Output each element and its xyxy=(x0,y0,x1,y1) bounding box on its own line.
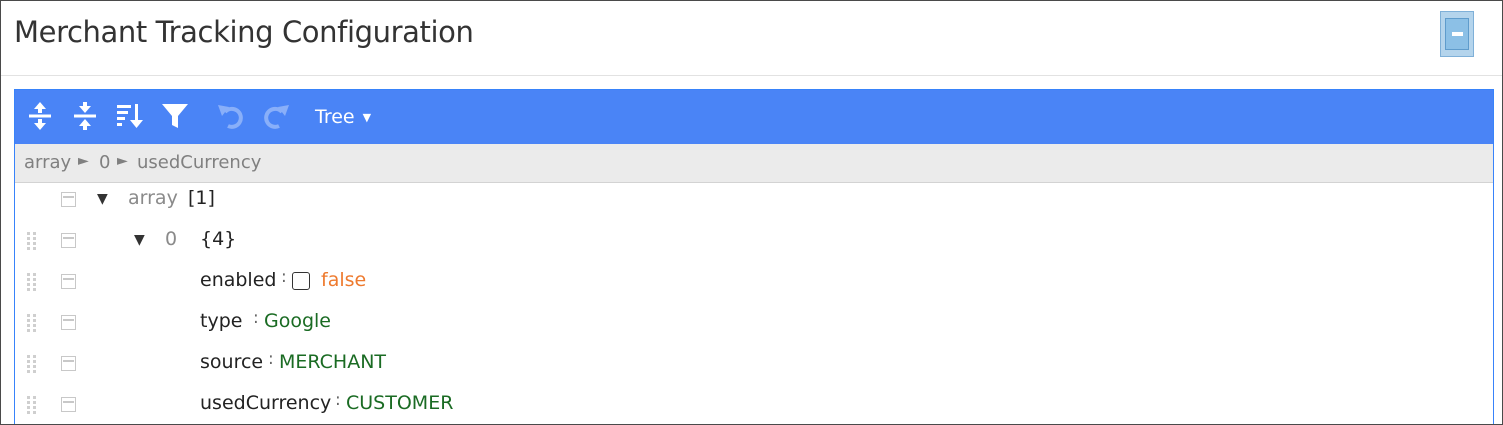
field-name[interactable]: type xyxy=(200,310,242,332)
json-editor: Tree ▼ array ► 0 ► usedCurrency ▼ array … xyxy=(14,89,1494,424)
drag-handle-icon[interactable] xyxy=(27,273,37,291)
breadcrumb-item-0[interactable]: 0 xyxy=(99,152,110,173)
drag-handle-icon[interactable] xyxy=(27,396,37,414)
filter-icon xyxy=(162,104,188,128)
sort-icon xyxy=(117,104,143,128)
field-separator: : xyxy=(268,349,274,369)
breadcrumb-item-array[interactable]: array xyxy=(24,152,71,173)
field-separator: : xyxy=(281,267,287,287)
breadcrumb-separator-icon: ► xyxy=(117,153,128,169)
redo-button[interactable] xyxy=(258,98,294,134)
sort-button[interactable] xyxy=(112,98,148,134)
editor-toolbar: Tree ▼ xyxy=(15,90,1493,144)
context-menu-button[interactable] xyxy=(61,192,76,207)
context-menu-button[interactable] xyxy=(61,356,76,371)
context-menu-button[interactable] xyxy=(61,315,76,330)
breadcrumb-separator-icon: ► xyxy=(78,153,89,169)
string-value[interactable]: MERCHANT xyxy=(279,351,386,373)
field-name: array xyxy=(128,187,178,209)
string-value[interactable]: CUSTOMER xyxy=(346,392,453,414)
page-title: Merchant Tracking Configuration xyxy=(14,15,474,49)
field-separator: : xyxy=(335,390,341,410)
tree-row-root: ▼ array [1] xyxy=(15,179,1493,220)
drag-handle-icon[interactable] xyxy=(27,355,37,373)
panel: Merchant Tracking Configuration Tree ▼ a… xyxy=(0,0,1503,425)
undo-button[interactable] xyxy=(213,98,249,134)
drag-handle-icon[interactable] xyxy=(27,232,37,250)
expand-toggle-icon[interactable]: ▼ xyxy=(97,191,108,207)
drag-handle-icon[interactable] xyxy=(27,314,37,332)
filter-button[interactable] xyxy=(157,98,193,134)
panel-header: Merchant Tracking Configuration xyxy=(1,1,1502,76)
expand-all-icon xyxy=(29,102,51,130)
tree-row-usedcurrency: usedCurrency : CUSTOMER xyxy=(15,384,1493,424)
breadcrumb-item-usedcurrency[interactable]: usedCurrency xyxy=(137,152,261,173)
field-name[interactable]: usedCurrency xyxy=(200,392,331,414)
mode-dropdown[interactable]: Tree ▼ xyxy=(315,102,371,132)
field-index: 0 xyxy=(165,228,178,250)
field-name[interactable]: source xyxy=(200,351,263,373)
item-count: {4} xyxy=(200,228,237,250)
redo-icon xyxy=(264,105,289,129)
expand-toggle-icon[interactable]: ▼ xyxy=(134,232,145,248)
boolean-checkbox[interactable] xyxy=(292,272,310,290)
minimize-icon xyxy=(1445,18,1469,50)
minimize-button[interactable] xyxy=(1440,11,1474,57)
context-menu-button[interactable] xyxy=(61,397,76,412)
tree-row-enabled: enabled : false xyxy=(15,261,1493,302)
context-menu-button[interactable] xyxy=(61,233,76,248)
mode-label: Tree xyxy=(315,106,355,128)
tree-row-item: ▼ 0 {4} xyxy=(15,220,1493,261)
tree-row-source: source : MERCHANT xyxy=(15,343,1493,384)
undo-icon xyxy=(218,105,243,129)
field-name[interactable]: enabled xyxy=(200,269,276,291)
boolean-value[interactable]: false xyxy=(321,269,366,291)
collapse-all-icon xyxy=(74,102,96,130)
tree-row-type: type : Google xyxy=(15,302,1493,343)
context-menu-button[interactable] xyxy=(61,274,76,289)
expand-all-button[interactable] xyxy=(22,98,58,134)
collapse-all-button[interactable] xyxy=(67,98,103,134)
chevron-down-icon: ▼ xyxy=(362,110,372,124)
field-separator: : xyxy=(253,308,259,328)
string-value[interactable]: Google xyxy=(264,310,331,332)
item-count: [1] xyxy=(188,187,215,209)
breadcrumb: array ► 0 ► usedCurrency xyxy=(15,144,1493,183)
